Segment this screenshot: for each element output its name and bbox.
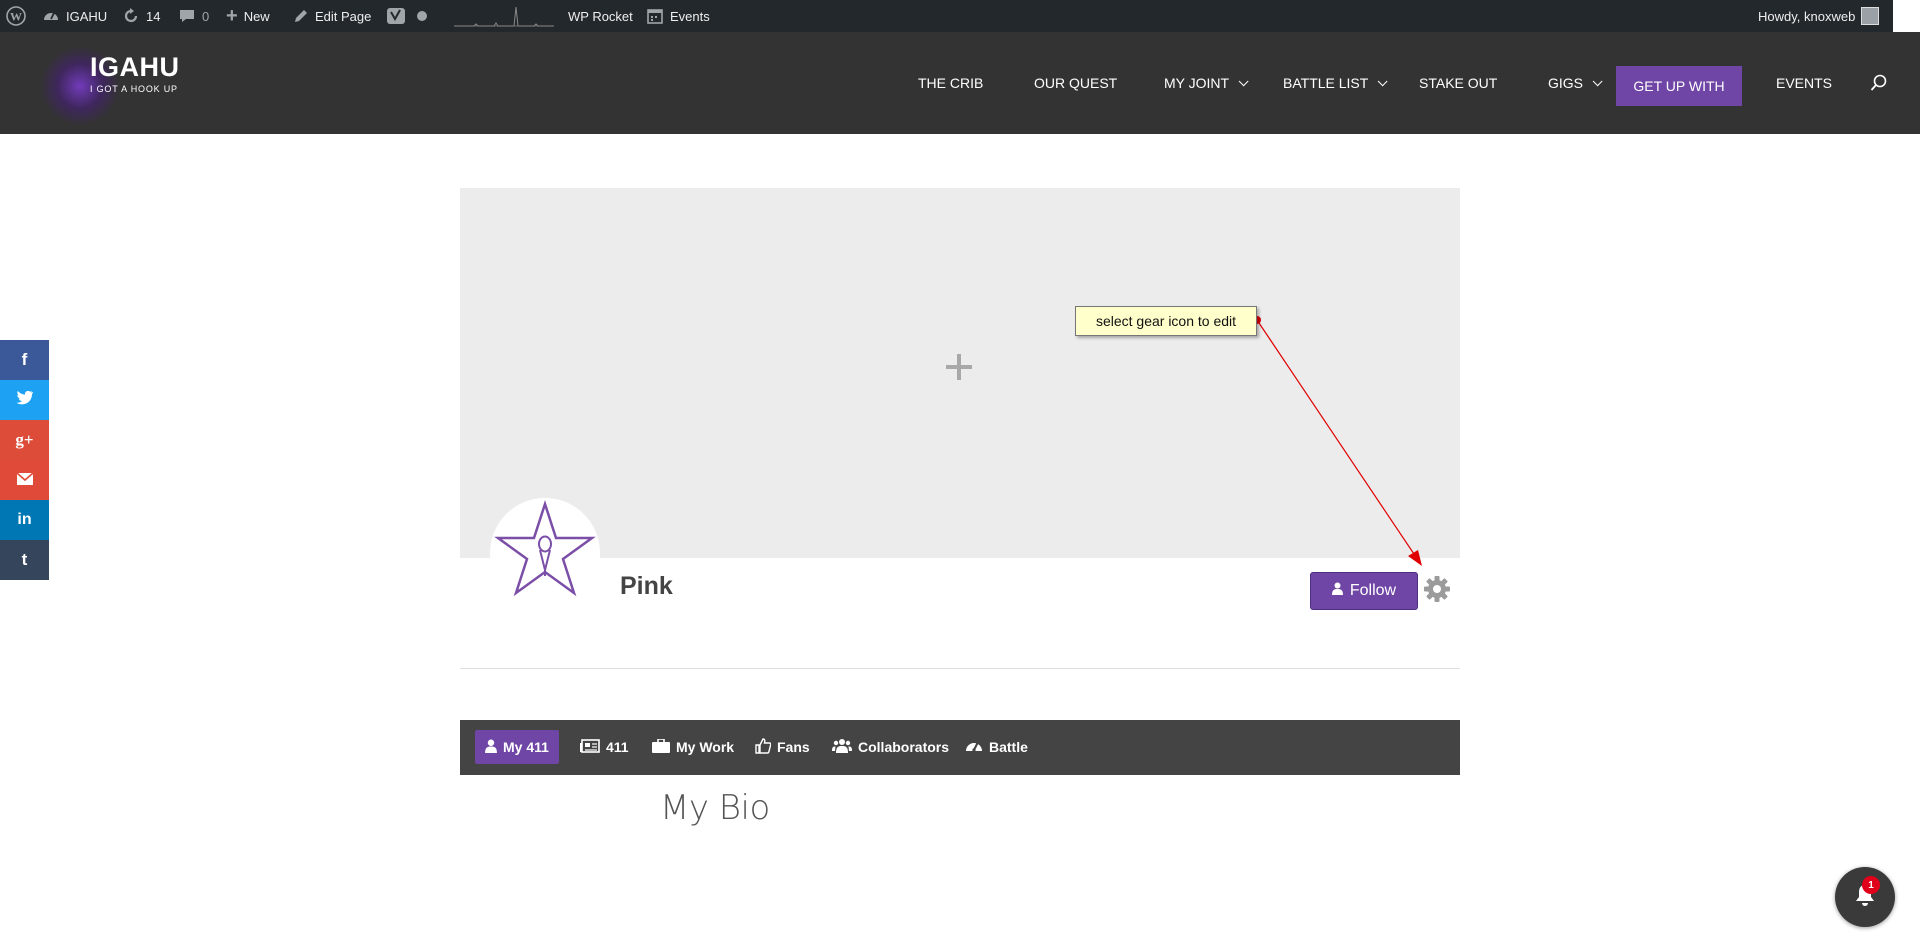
nav-item-our-quest[interactable]: OUR QUEST xyxy=(1034,32,1117,134)
share-linkedin-button[interactable]: in xyxy=(0,500,49,540)
share-tumblr-button[interactable]: t xyxy=(0,540,49,580)
user-icon xyxy=(1331,582,1343,600)
nav-label: MY JOINT xyxy=(1164,75,1230,91)
annotation-tooltip: select gear icon to edit xyxy=(1075,306,1257,336)
logo-tagline: I GOT A HOOK UP xyxy=(90,84,178,94)
wordpress-logo-icon[interactable]: W xyxy=(6,0,26,32)
user-icon xyxy=(485,739,497,756)
profile-name: Pink xyxy=(620,572,673,600)
admin-events-link[interactable]: Events xyxy=(646,0,710,32)
tab-collaborators[interactable]: Collaborators xyxy=(832,730,949,764)
share-twitter-button[interactable] xyxy=(0,380,49,420)
share-facebook-button[interactable]: f xyxy=(0,340,49,380)
tab-label: 411 xyxy=(606,739,629,755)
profile-tabs-bar: My 411 411 My Work Fans Collaborators Ba… xyxy=(460,720,1460,775)
tab-fans[interactable]: Fans xyxy=(755,730,810,764)
search-icon[interactable] xyxy=(1870,32,1888,134)
dashboard-icon xyxy=(965,738,983,756)
notifications-button[interactable] xyxy=(1835,867,1895,927)
users-icon xyxy=(832,738,852,756)
tumblr-icon: t xyxy=(21,550,28,569)
chevron-down-icon xyxy=(1592,75,1603,86)
admin-bar: W IGAHU 14 0 + New Edit Page WP Rocket E… xyxy=(0,0,1920,32)
linkedin-icon: in xyxy=(17,511,32,528)
facebook-icon: f xyxy=(21,350,28,369)
nav-item-my-joint[interactable]: MY JOINT xyxy=(1164,32,1249,134)
tab-label: Collaborators xyxy=(858,739,950,755)
admin-site-name: IGAHU xyxy=(66,8,108,24)
bio-heading: My Bio xyxy=(660,788,770,828)
tab-label: My Work xyxy=(676,739,735,755)
chevron-down-icon xyxy=(1238,75,1249,86)
follow-label: Follow xyxy=(1349,582,1397,599)
nav-label: EVENTS xyxy=(1776,75,1833,91)
sparkline-graph-icon[interactable] xyxy=(454,0,554,32)
admin-comments-count: 0 xyxy=(202,8,210,24)
svg-text:W: W xyxy=(10,10,22,24)
notification-count-badge: 1 xyxy=(1862,876,1880,894)
briefcase-icon xyxy=(652,737,670,756)
pencil-icon xyxy=(293,8,309,24)
tab-411[interactable]: 411 xyxy=(580,730,629,764)
plus-icon: + xyxy=(226,4,238,27)
wp-rocket-link[interactable]: WP Rocket xyxy=(568,0,633,32)
share-google-plus-button[interactable]: g+ xyxy=(0,420,49,460)
nav-label: BATTLE LIST xyxy=(1283,75,1369,91)
dashboard-gauge-icon xyxy=(42,7,60,25)
nav-item-the-crib[interactable]: THE CRIB xyxy=(918,32,983,134)
newspaper-icon xyxy=(580,738,600,756)
comment-bubble-icon xyxy=(178,7,196,25)
admin-events-label: Events xyxy=(670,8,710,24)
tab-label: Battle xyxy=(989,739,1028,755)
yoast-seo-icon[interactable] xyxy=(386,0,406,32)
chevron-down-icon xyxy=(1377,75,1388,86)
howdy-label: Howdy, knoxweb xyxy=(1758,8,1856,24)
star-microphone-icon xyxy=(494,499,596,597)
share-email-button[interactable] xyxy=(0,460,49,500)
nav-item-battle-list[interactable]: BATTLE LIST xyxy=(1283,32,1388,134)
wp-rocket-label: WP Rocket xyxy=(568,8,633,24)
tab-my-work[interactable]: My Work xyxy=(652,730,734,764)
logo-title: IGAHU xyxy=(90,52,180,82)
admin-site-link[interactable]: IGAHU xyxy=(42,0,107,32)
follow-button[interactable]: Follow xyxy=(1310,572,1418,610)
admin-updates-count: 14 xyxy=(146,8,161,24)
thumbs-up-icon xyxy=(755,737,772,757)
admin-edit-page-link[interactable]: Edit Page xyxy=(293,0,371,32)
calendar-icon xyxy=(646,7,664,25)
nav-item-events[interactable]: EVENTS xyxy=(1776,32,1832,134)
twitter-icon xyxy=(16,390,34,410)
admin-new-label: New xyxy=(243,8,270,24)
tab-battle[interactable]: Battle xyxy=(965,730,1028,764)
admin-edit-page-label: Edit Page xyxy=(315,8,372,24)
admin-account-link[interactable]: Howdy, knoxweb xyxy=(1758,0,1880,32)
nav-label: STAKE OUT xyxy=(1419,75,1498,91)
tab-label: Fans xyxy=(777,739,810,755)
seo-status-dot-icon xyxy=(416,0,428,32)
google-plus-icon: g+ xyxy=(15,430,34,449)
gear-icon[interactable] xyxy=(1422,574,1452,604)
nav-label: THE CRIB xyxy=(918,75,984,91)
add-cover-plus-icon[interactable] xyxy=(944,352,974,382)
nav-item-stake-out[interactable]: STAKE OUT xyxy=(1419,32,1497,134)
admin-comments-link[interactable]: 0 xyxy=(178,0,209,32)
admin-updates-link[interactable]: 14 xyxy=(122,0,160,32)
nav-label: OUR QUEST xyxy=(1034,75,1118,91)
profile-avatar[interactable] xyxy=(490,498,600,608)
nav-cta-get-up-with[interactable]: GET UP WITH xyxy=(1616,66,1742,106)
site-logo[interactable]: IGAHU I GOT A HOOK UP xyxy=(40,46,180,126)
user-avatar xyxy=(1861,7,1880,25)
profile-divider xyxy=(460,668,1460,669)
nav-item-gigs[interactable]: GIGS xyxy=(1548,32,1603,134)
email-icon xyxy=(15,470,34,490)
admin-new-link[interactable]: + New xyxy=(226,0,270,32)
tab-label: My 411 xyxy=(503,739,549,755)
nav-label: GIGS xyxy=(1548,75,1584,91)
site-header: IGAHU I GOT A HOOK UP THE CRIB OUR QUEST… xyxy=(0,32,1920,134)
refresh-icon xyxy=(122,7,140,25)
tab-my-411[interactable]: My 411 xyxy=(475,730,559,764)
